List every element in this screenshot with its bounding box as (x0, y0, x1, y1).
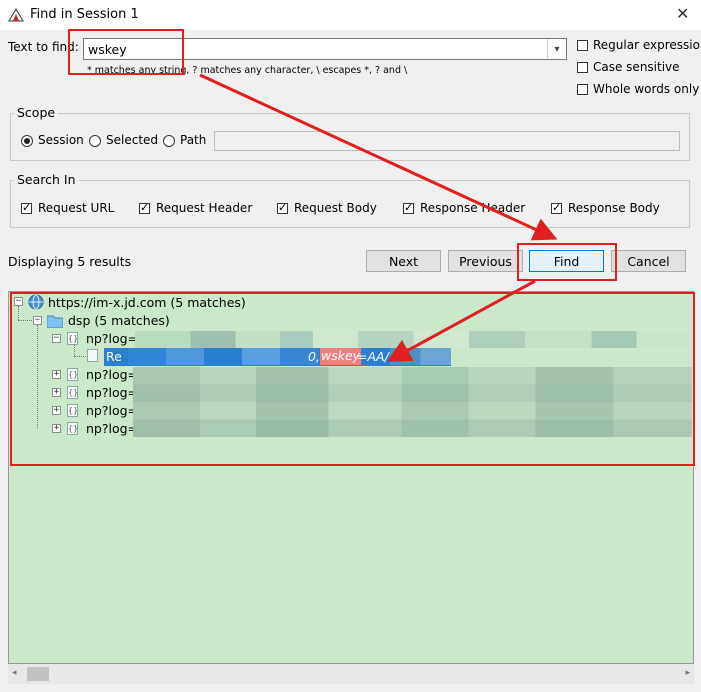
arrow-to-find-button (199, 73, 558, 241)
arrow-to-match (386, 279, 536, 362)
annotation-arrows (199, 73, 558, 362)
